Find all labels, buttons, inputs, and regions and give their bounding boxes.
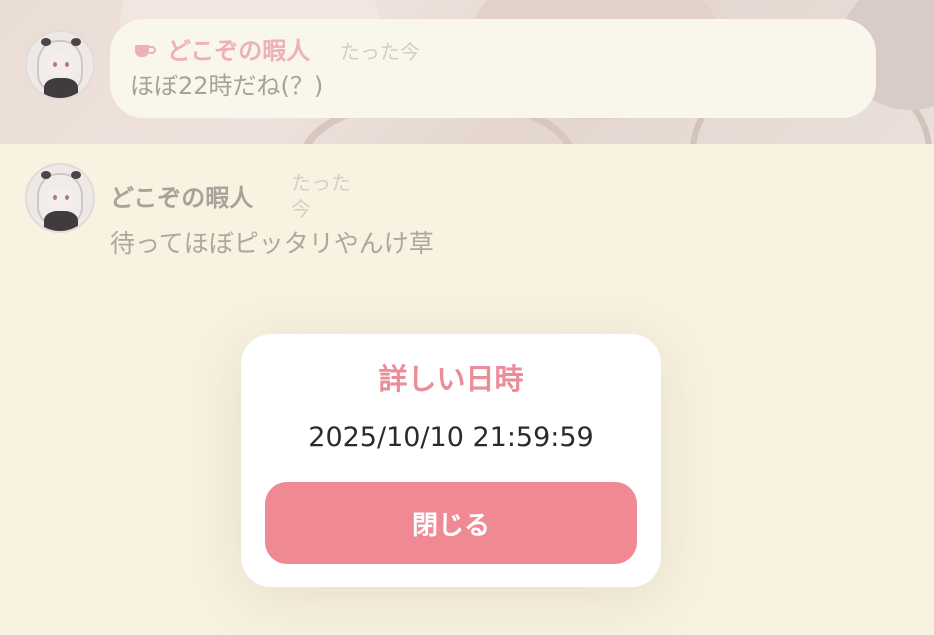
close-button[interactable]: 閉じる — [265, 482, 637, 564]
dialog-title: 詳しい日時 — [378, 362, 524, 396]
datetime-dialog: 詳しい日時 2025/10/10 21:59:59 閉じる — [241, 334, 661, 587]
dialog-datetime: 2025/10/10 21:59:59 — [308, 422, 594, 453]
